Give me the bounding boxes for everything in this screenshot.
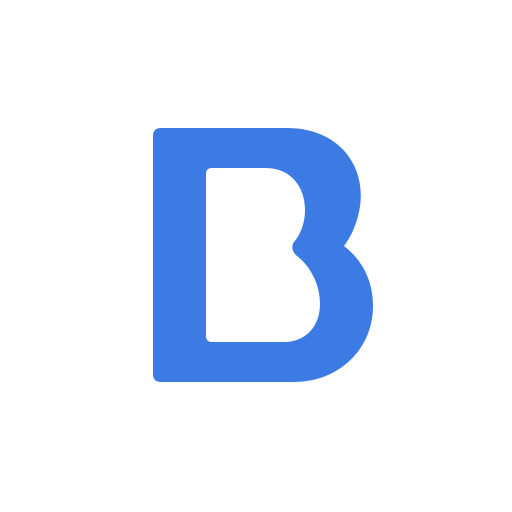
app-logo-canvas: B xyxy=(0,0,512,512)
letter-b-logo-icon: B xyxy=(153,128,373,382)
logo-b-shape xyxy=(153,128,373,382)
